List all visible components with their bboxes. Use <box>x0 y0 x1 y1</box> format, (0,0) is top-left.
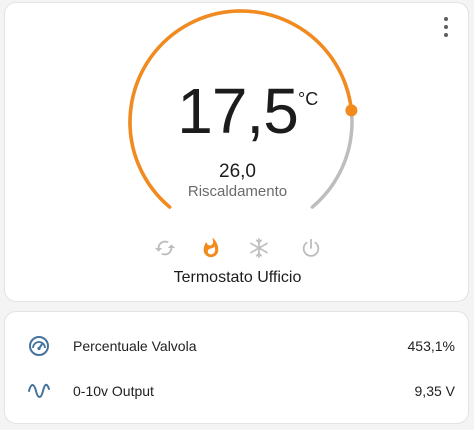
power-icon <box>302 238 320 257</box>
hvac-action: Riscaldamento <box>187 183 288 200</box>
entity-row-valve[interactable]: Percentuale Valvola 453,1% <box>5 331 470 361</box>
entity-value: 9,35 V <box>414 383 455 399</box>
auto-mode-button[interactable] <box>152 235 178 261</box>
heat-mode-button[interactable] <box>198 235 224 261</box>
gauge-icon <box>27 334 51 358</box>
entity-row-output[interactable]: 0-10v Output 9,35 V <box>5 376 470 406</box>
entity-value: 453,1% <box>407 338 455 354</box>
auto-icon <box>154 240 176 256</box>
thermostat-name: Termostato Ufficio <box>173 269 302 286</box>
fire-icon <box>203 237 219 258</box>
entity-name: 0-10v Output <box>73 383 154 399</box>
hvac-mode-row <box>5 235 470 261</box>
target-temperature: 26,0 <box>219 161 256 182</box>
cool-mode-button[interactable] <box>246 235 272 261</box>
sine-wave-icon <box>27 379 51 403</box>
entities-card: Percentuale Valvola 453,1% 0-10v Output … <box>4 311 469 424</box>
entity-name: Percentuale Valvola <box>73 338 197 354</box>
thermostat-card: 17,5 °C 26,0 Riscaldamento Termostato Uf… <box>4 2 469 302</box>
snowflake-icon <box>250 238 268 258</box>
temperature-unit: °C <box>298 89 319 109</box>
off-mode-button[interactable] <box>298 235 324 261</box>
current-temperature: 17,5 <box>177 75 299 147</box>
